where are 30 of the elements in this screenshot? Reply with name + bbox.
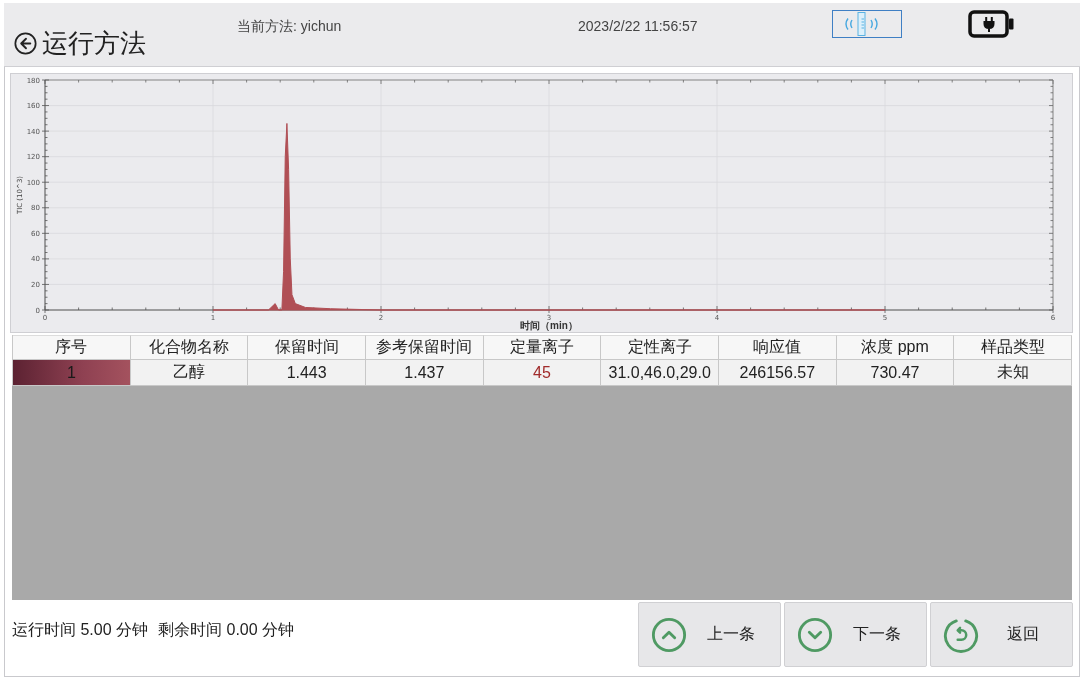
table-cell: 未知 xyxy=(954,360,1072,386)
table-cell: 乙醇 xyxy=(130,360,249,386)
next-button[interactable]: 下一条 xyxy=(784,602,927,667)
column-header: 响应值 xyxy=(719,335,837,360)
status-text: 剩余时间 0.00 分钟 xyxy=(158,620,295,640)
column-header: 定量离子 xyxy=(483,335,602,360)
column-header: 浓度 ppm xyxy=(836,335,955,360)
date-time: 2023/2/22 11:56:57 xyxy=(578,18,698,34)
column-header: 化合物名称 xyxy=(130,335,249,360)
table-cell: 730.47 xyxy=(836,360,955,386)
column-header: 参考保留时间 xyxy=(366,335,484,360)
table-cell: 45 xyxy=(483,360,602,386)
page-title: 运行方法 xyxy=(42,27,146,59)
column-header: 序号 xyxy=(13,335,131,360)
column-header: 定性离子 xyxy=(601,335,719,360)
return-button[interactable]: 返回 xyxy=(930,602,1073,667)
x-axis-title: 时间（min） xyxy=(520,320,578,331)
table-cell: 246156.57 xyxy=(719,360,837,386)
table-cell: 1.437 xyxy=(366,360,484,386)
column-header: 保留时间 xyxy=(248,335,366,360)
battery-plug-icon xyxy=(968,10,1014,38)
table-cell: 1.443 xyxy=(248,360,366,386)
status-text: 运行时间 5.00 分钟 xyxy=(12,620,149,640)
chevron-down-icon xyxy=(797,616,833,653)
wireless-signal-icon xyxy=(832,10,902,38)
table-cell: 31.0,46.0,29.0 xyxy=(601,360,719,386)
chevron-up-icon xyxy=(651,616,687,653)
column-header: 样品类型 xyxy=(954,335,1072,360)
previous-button[interactable]: 上一条 xyxy=(638,602,781,667)
current-method-label: 当前方法: yichun xyxy=(237,18,342,34)
